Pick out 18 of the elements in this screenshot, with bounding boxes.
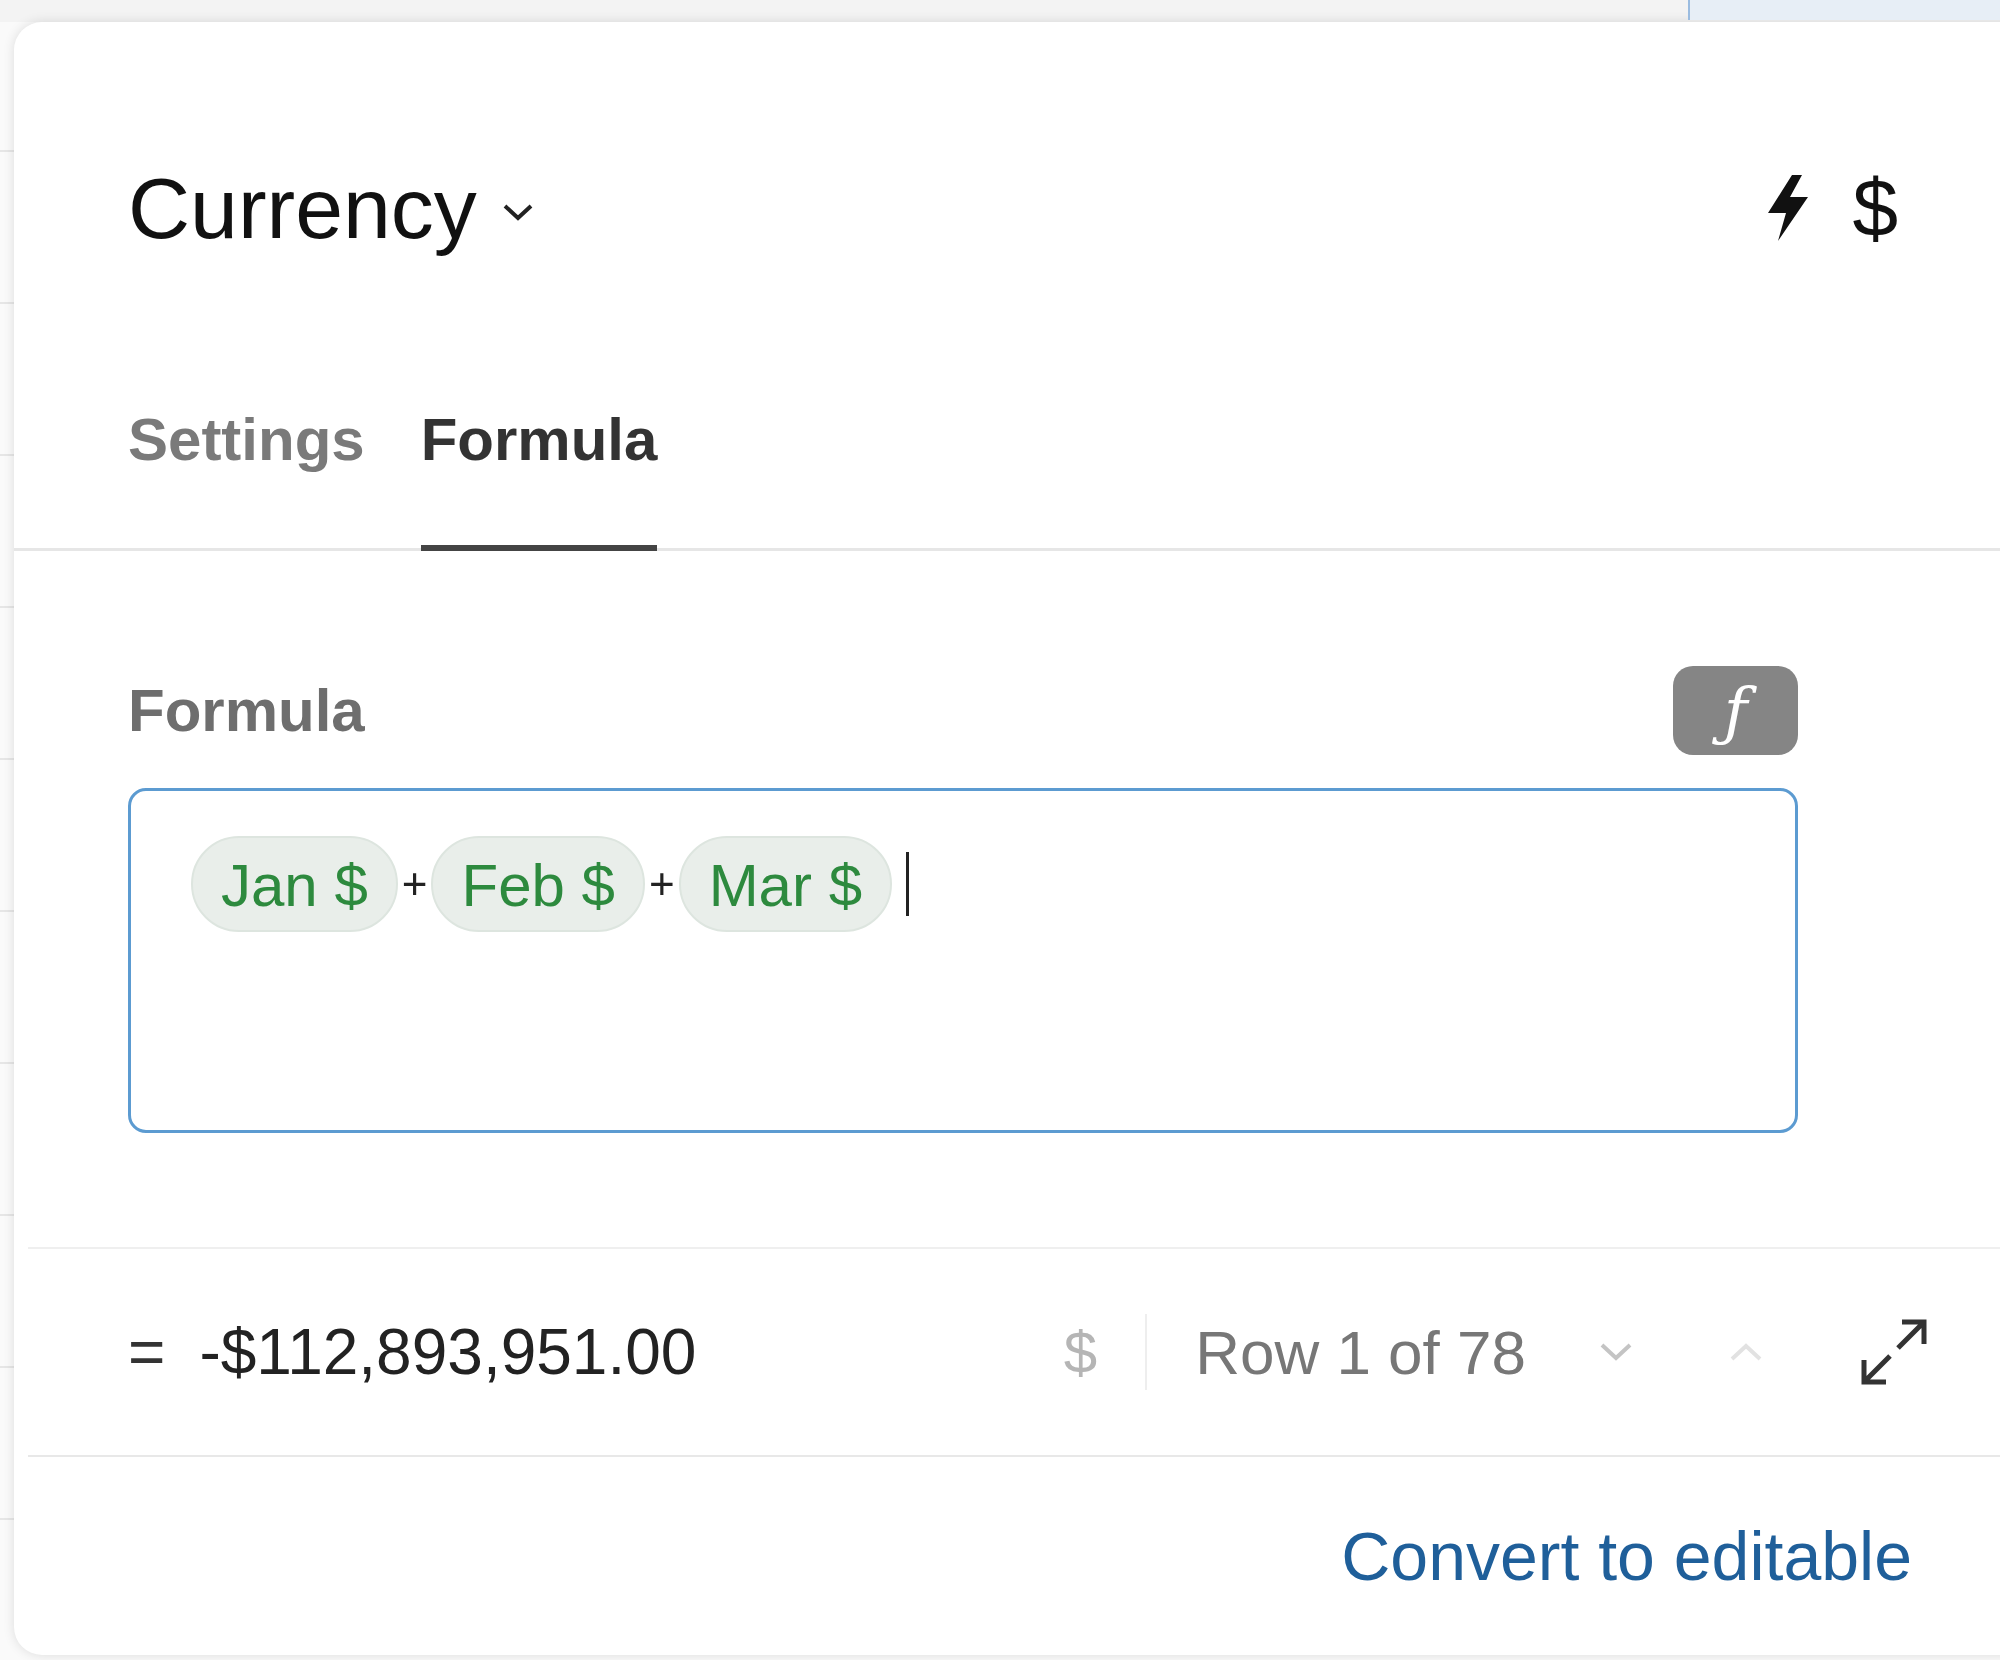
function-button[interactable]: ƒ (1673, 666, 1798, 755)
convert-to-editable-link[interactable]: Convert to editable (1341, 1517, 1912, 1595)
result-value: -$112,893,951.00 (199, 1315, 697, 1389)
tab[interactable]: Formula (420, 394, 658, 551)
currency-symbol: $ (1852, 161, 1898, 255)
format-symbol: $ (1063, 1317, 1098, 1387)
field-token[interactable]: Mar $ (678, 836, 892, 932)
text-caret (906, 852, 909, 916)
column-type-title[interactable]: Currency (128, 158, 477, 258)
field-token[interactable]: Jan $ (191, 836, 398, 932)
operator: + (401, 858, 428, 910)
formula-input-field[interactable]: Jan $ + Feb $ + Mar $ (128, 788, 1798, 1133)
formula-label: Formula (128, 676, 365, 745)
operator: + (648, 858, 675, 910)
tab[interactable]: Settings (128, 394, 365, 551)
row-indicator: Row 1 of 78 (1195, 1316, 1526, 1388)
equals-sign: = (128, 1315, 166, 1389)
field-token[interactable]: Feb $ (431, 836, 645, 932)
